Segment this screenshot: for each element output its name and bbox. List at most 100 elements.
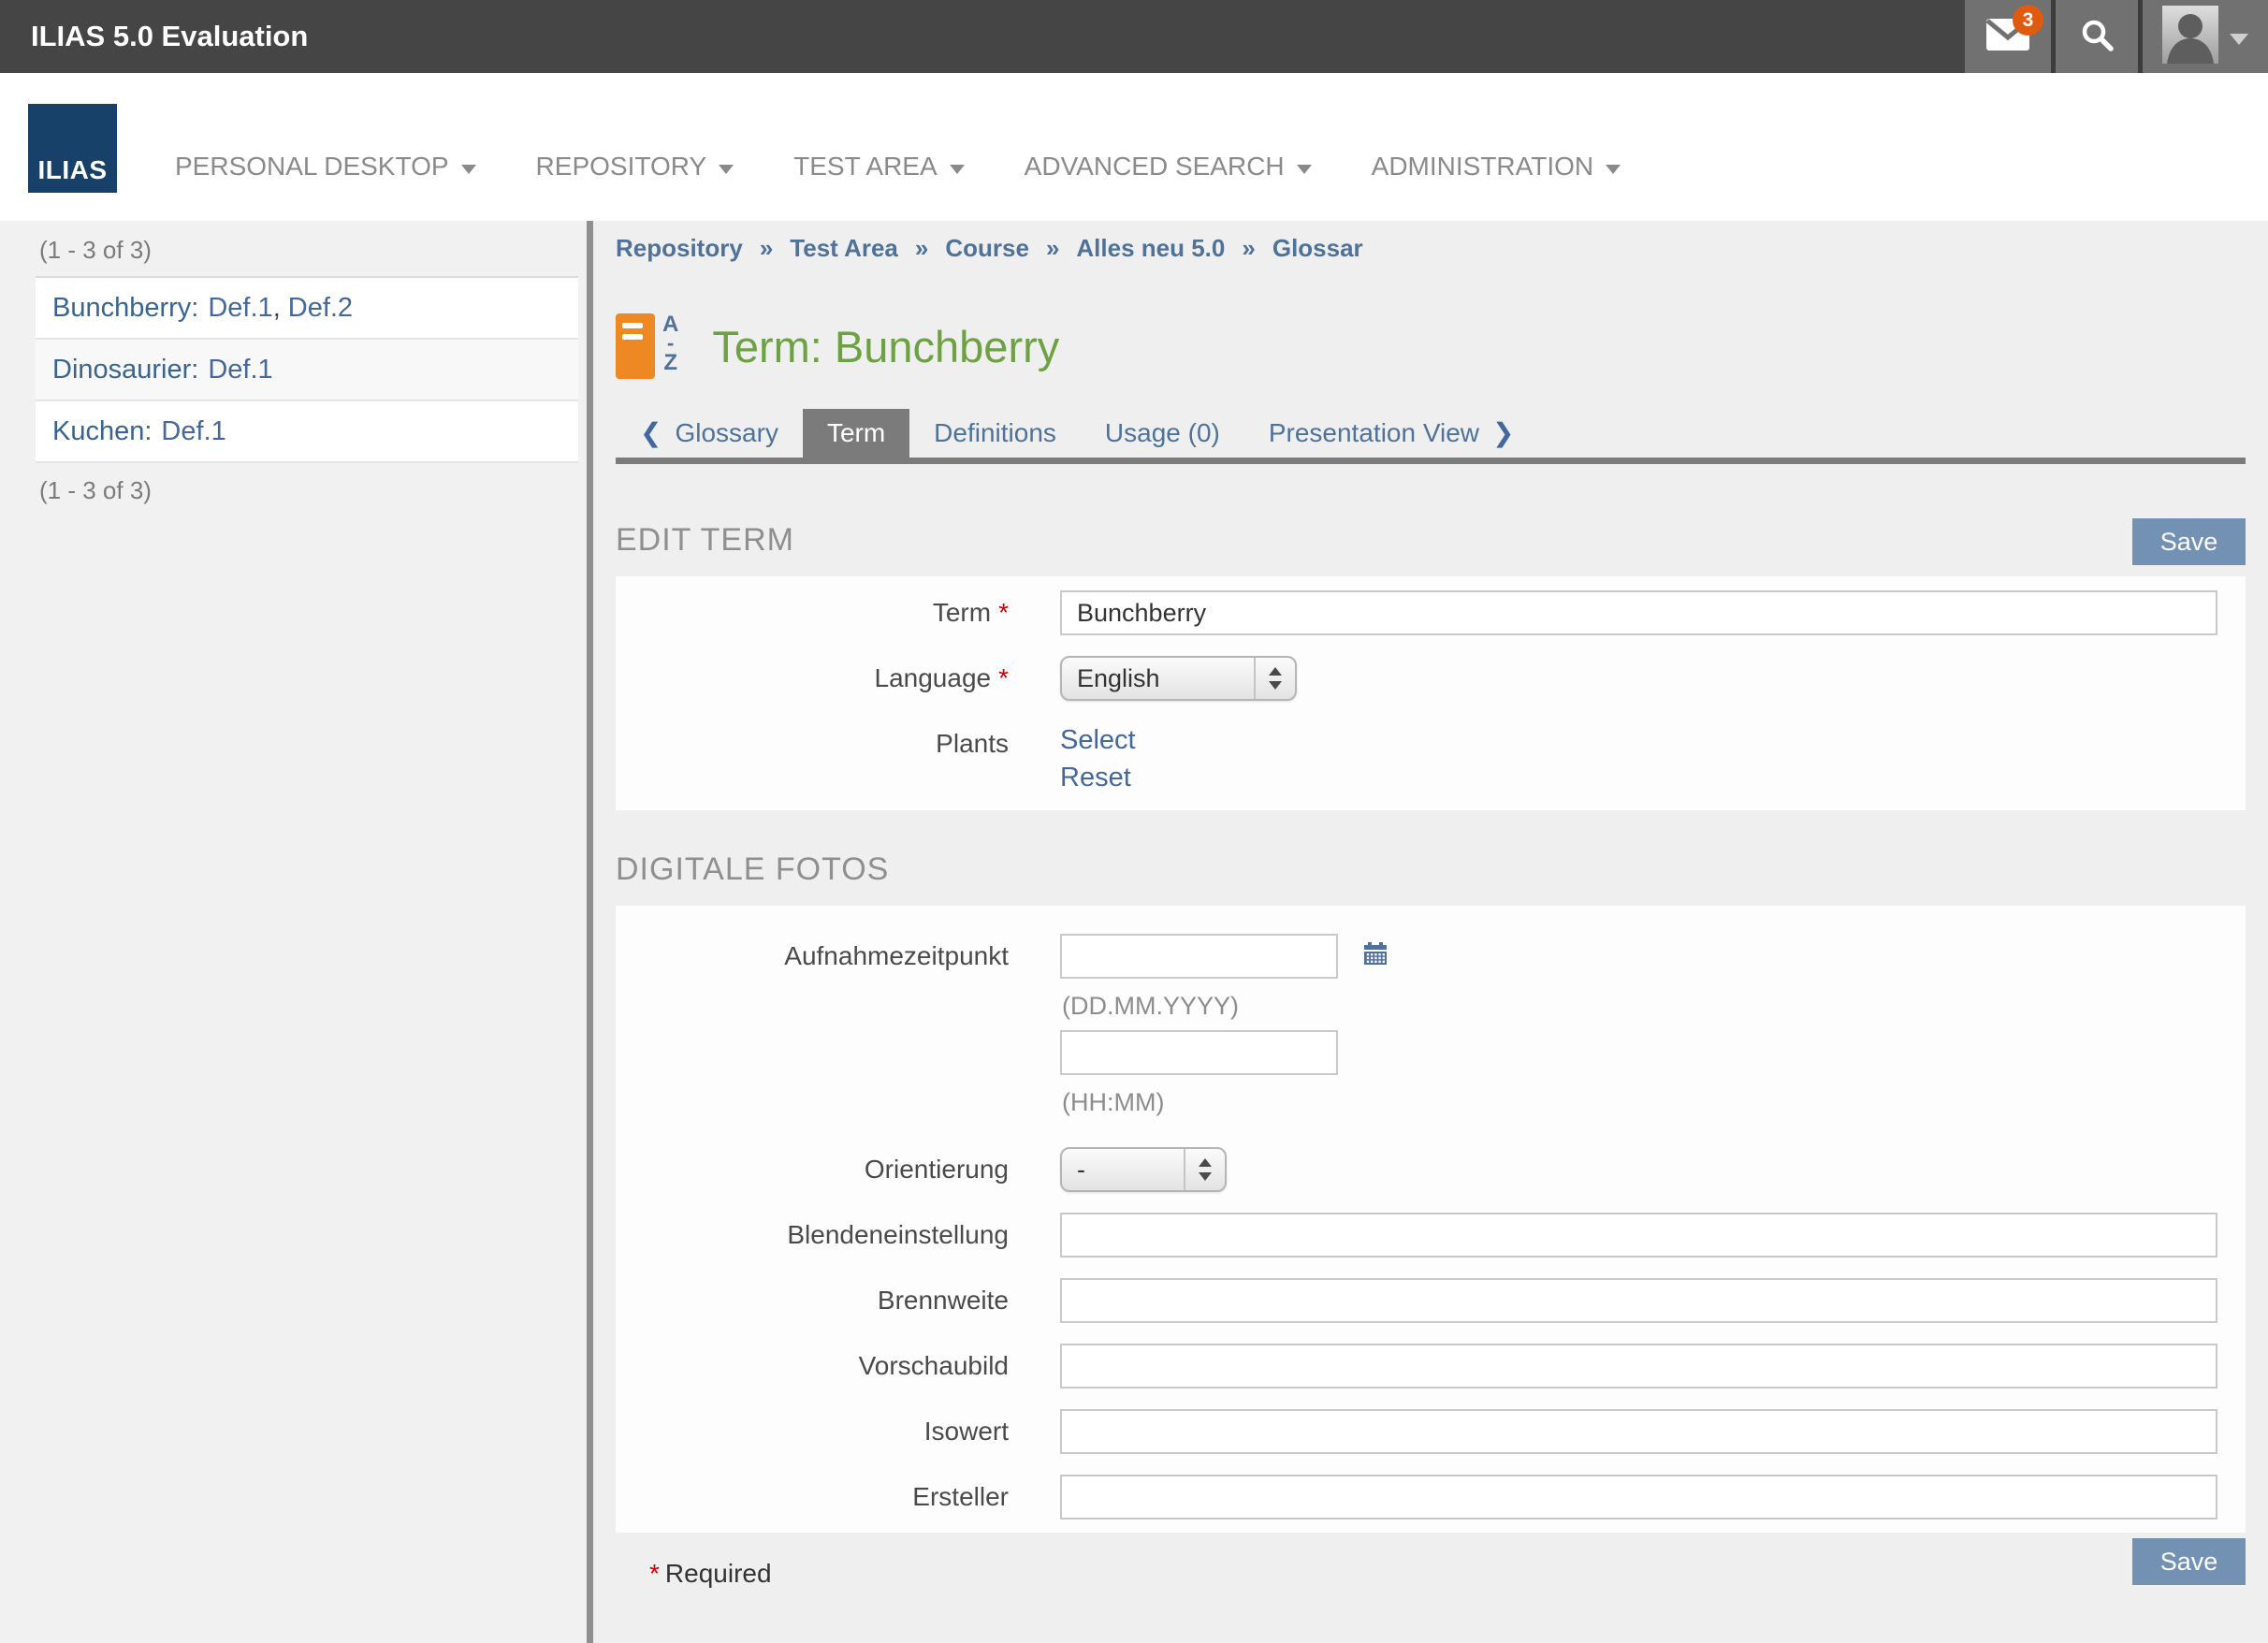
form-footer: *Required Save [616,1538,2246,1589]
language-field-label: Language* [616,656,1009,701]
tab-presentation-view[interactable]: Presentation View ❯ [1244,409,1539,458]
term-name: Dinosaurier: [52,355,198,385]
calendar-icon [1362,941,1388,972]
form-row-blendeneinstellung: Blendeneinstellung [616,1213,2217,1258]
orientierung-field-label: Orientierung [616,1147,1009,1192]
breadcrumb-test-area[interactable]: Test Area [790,234,898,263]
nav-item-repository[interactable]: REPOSITORY [536,152,734,182]
mail-button[interactable]: 3 [1965,0,2051,73]
plants-select-link[interactable]: Select [1060,721,1136,759]
orientierung-select-value: - [1062,1156,1184,1185]
time-input[interactable] [1060,1030,1338,1075]
field-label-text: Brennweite [878,1286,1009,1315]
nav-item-administration[interactable]: ADMINISTRATION [1372,152,1621,182]
blendeneinstellung-input[interactable] [1060,1213,2217,1258]
field-label-text: Term [933,598,991,627]
search-button[interactable] [2056,0,2138,73]
breadcrumb-separator: » [760,234,773,263]
required-asterisk: * [998,663,1009,692]
calendar-button[interactable] [1362,941,1388,972]
ersteller-input[interactable] [1060,1475,2217,1519]
plants-field-label: Plants [616,721,1009,796]
list-item-kuchen[interactable]: Kuchen: Def.1 [36,401,578,463]
chevron-down-icon [2230,34,2248,45]
list-separator: , [273,293,281,324]
save-button-bottom[interactable]: Save [2132,1538,2246,1585]
glossary-az-icon: A - Z [662,313,678,375]
save-button-top[interactable]: Save [2132,518,2246,565]
definition-link[interactable]: Def.1 [208,293,272,324]
chevron-down-icon [1606,165,1621,174]
date-input[interactable] [1060,934,1338,979]
topbar-actions: 3 [1965,0,2268,73]
tab-term[interactable]: Term [803,409,909,458]
edit-term-header: EDIT TERM Save [616,518,2246,565]
chevron-down-icon [950,165,965,174]
orientierung-select[interactable]: - [1060,1147,1227,1192]
profile-menu-button[interactable] [2143,0,2268,73]
chevron-down-icon [1297,165,1312,174]
edit-term-heading: EDIT TERM [616,524,794,556]
list-item-dinosaurier[interactable]: Dinosaurier: Def.1 [36,340,578,401]
term-input[interactable] [1060,590,2217,635]
icon-letter: Z [663,351,677,375]
tab-label: Presentation View [1269,418,1479,448]
breadcrumb-course[interactable]: Course [945,234,1029,263]
vorschaubild-field-label: Vorschaubild [616,1344,1009,1389]
field-label-text: Isowert [924,1417,1009,1446]
vorschaubild-input[interactable] [1060,1344,2217,1389]
definition-link[interactable]: Def.1 [208,355,272,385]
breadcrumb-repository[interactable]: Repository [616,234,743,263]
form-row-language: Language* English [616,656,2217,701]
sidebar-divider [587,221,593,1643]
page-title: Term: Bunchberry [712,321,1059,372]
breadcrumb-separator: » [915,234,928,263]
nav-item-advanced-search[interactable]: ADVANCED SEARCH [1025,152,1312,182]
tab-glossary-back[interactable]: ❮ Glossary [616,409,803,458]
list-item-bunchberry[interactable]: Bunchberry: Def.1, Def.2 [36,278,578,340]
breadcrumb-glossar[interactable]: Glossar [1272,234,1363,263]
field-label-text: Aufnahmezeitpunkt [784,941,1009,970]
nav-item-personal-desktop[interactable]: PERSONAL DESKTOP [175,152,476,182]
avatar [2162,6,2218,68]
aufnahmezeitpunkt-field-label: Aufnahmezeitpunkt [616,934,1009,1127]
form-row-aufnahmezeitpunkt: Aufnahmezeitpunkt [616,934,2217,1127]
tab-label: Glossary [675,418,778,448]
field-label-text: Blendeneinstellung [787,1220,1009,1249]
isowert-input[interactable] [1060,1409,2217,1454]
brennweite-input[interactable] [1060,1278,2217,1323]
tab-definitions[interactable]: Definitions [909,409,1081,458]
breadcrumb-alles-neu[interactable]: Alles neu 5.0 [1076,234,1225,263]
ilias-logo[interactable]: ILIAS [28,104,117,193]
field-label-text: Ersteller [912,1482,1009,1511]
tab-usage[interactable]: Usage (0) [1081,409,1244,458]
main-panel: Repository » Test Area » Course » Alles … [593,221,2268,1643]
digitale-fotos-header: DIGITALE FOTOS [616,853,2246,894]
tab-label: Term [827,418,885,448]
glossary-sidebar: (1 - 3 of 3) Bunchberry: Def.1, Def.2 Di… [0,221,587,1643]
definition-link[interactable]: Def.1 [161,416,225,447]
nav-items: PERSONAL DESKTOP REPOSITORY TEST AREA AD… [175,152,1621,182]
nav-item-label: ADVANCED SEARCH [1025,152,1285,182]
plants-reset-link[interactable]: Reset [1060,759,1136,796]
field-label-text: Orientierung [865,1155,1009,1184]
form-row-plants: Plants Select Reset [616,721,2217,796]
definition-link[interactable]: Def.2 [288,293,353,324]
digitale-fotos-form: Aufnahmezeitpunkt [616,906,2246,1533]
term-name: Bunchberry: [52,293,198,324]
field-label-text: Plants [936,729,1009,758]
glossary-icon: A - Z [616,313,678,379]
breadcrumb: Repository » Test Area » Course » Alles … [616,221,2246,263]
chevron-down-icon [461,165,476,174]
edit-term-form: Term * Language* English [616,576,2246,810]
required-asterisk: * [649,1559,660,1588]
nav-item-label: REPOSITORY [536,152,707,182]
term-name: Kuchen: [52,416,152,447]
field-label-text: Language [875,663,992,692]
form-row-ersteller: Ersteller [616,1475,2217,1519]
language-select[interactable]: English [1060,656,1297,701]
nav-item-label: TEST AREA [793,152,938,182]
term-list: Bunchberry: Def.1, Def.2 Dinosaurier: De… [36,276,578,463]
blendeneinstellung-field-label: Blendeneinstellung [616,1213,1009,1258]
nav-item-test-area[interactable]: TEST AREA [793,152,965,182]
